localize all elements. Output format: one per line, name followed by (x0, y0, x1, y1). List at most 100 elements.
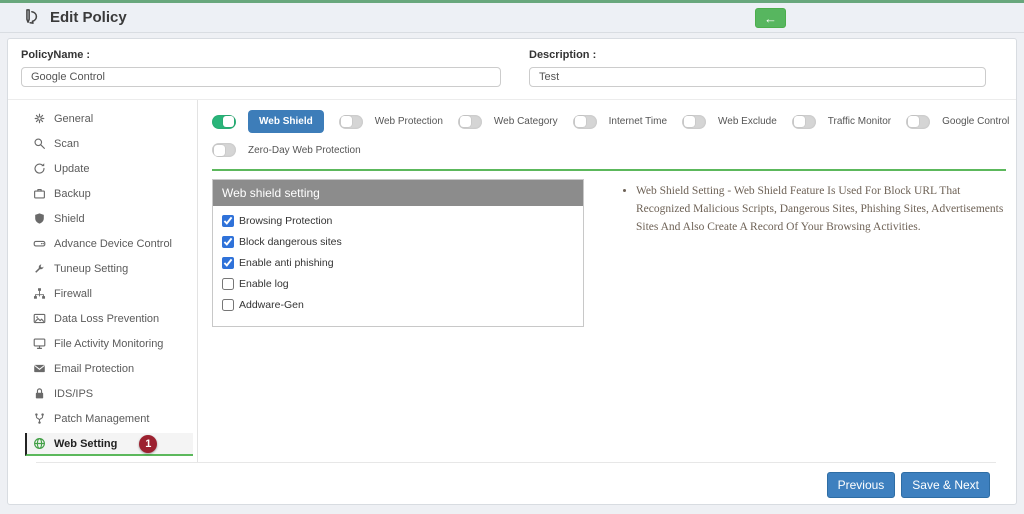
sidebar-item-label: Tuneup Setting (54, 262, 129, 275)
addware-gen-checkbox[interactable] (222, 299, 234, 311)
tab-traffic-monitor[interactable]: Traffic Monitor (791, 114, 891, 129)
tab-web-exclude[interactable]: Web Exclude (682, 114, 777, 129)
panel-title: Web shield setting (213, 180, 583, 206)
arrow-left-icon: ← (764, 10, 777, 26)
sidebar-item-update[interactable]: Update (25, 158, 193, 181)
image-icon (33, 312, 46, 325)
sidebar-item-label: Email Protection (54, 362, 135, 375)
sidebar-item-firewall[interactable]: Firewall (25, 283, 193, 306)
sidebar-item-data-loss-prevention[interactable]: Data Loss Prevention (25, 308, 193, 331)
description-label: Description : (529, 49, 597, 61)
edit-policy-card: PolicyName : Description : General Scan … (7, 38, 1017, 505)
web-setting-count-badge: 1 (139, 434, 158, 453)
tab-label[interactable]: Web Exclude (718, 116, 777, 127)
previous-button[interactable]: Previous (826, 472, 896, 498)
top-bar: Edit Policy ← (0, 0, 1024, 33)
enable-anti-phishing-checkbox[interactable] (222, 257, 234, 269)
checkbox-row: Enable anti phishing (222, 257, 574, 269)
sidebar-item-label: Firewall (54, 287, 92, 300)
briefcase-icon (33, 187, 46, 200)
sidebar-item-label: Web Setting (54, 437, 118, 450)
web-setting-content: Web Shield Web Protection Web Category I… (198, 100, 1016, 462)
tab-web-category[interactable]: Web Category (457, 114, 558, 129)
globe-icon (33, 437, 46, 450)
sidebar-item-tuneup-setting[interactable]: Tuneup Setting (25, 258, 193, 281)
browsing-protection-checkbox[interactable] (222, 215, 234, 227)
sidebar-item-label: Data Loss Prevention (54, 312, 160, 325)
web-protection-toggle[interactable] (338, 114, 363, 129)
tab-google-control[interactable]: Google Control (906, 114, 1009, 129)
traffic-monitor-toggle[interactable] (791, 114, 816, 129)
checkbox-row: Addware-Gen (222, 299, 574, 311)
sidebar-item-label: File Activity Monitoring (54, 337, 164, 350)
tab-label[interactable]: Web Protection (375, 116, 443, 127)
sidebar-item-label: Advance Device Control (54, 237, 173, 250)
sidebar-item-advance-device-control[interactable]: Advance Device Control (25, 233, 193, 256)
envelope-icon (33, 362, 46, 375)
checkbox-label[interactable]: Browsing Protection (239, 215, 332, 227)
sidebar: General Scan Update Backup Shield Advanc… (8, 100, 198, 462)
search-icon (33, 137, 46, 150)
sidebar-item-scan[interactable]: Scan (25, 133, 193, 156)
description-input[interactable] (529, 67, 986, 87)
zero-day-web-protection-toggle[interactable] (212, 143, 236, 157)
sidebar-item-ids-ips[interactable]: IDS/IPS (25, 383, 193, 406)
checkbox-label[interactable]: Enable log (239, 278, 289, 290)
sidebar-item-label: Scan (54, 137, 80, 150)
enable-log-checkbox[interactable] (222, 278, 234, 290)
sidebar-item-label: Patch Management (54, 412, 150, 425)
tab-web-protection[interactable]: Web Protection (338, 114, 443, 129)
checkbox-label[interactable]: Enable anti phishing (239, 257, 334, 269)
policy-name-label: PolicyName : (21, 49, 91, 61)
sidebar-item-backup[interactable]: Backup (25, 183, 193, 206)
wizard-footer: Previous Save & Next (36, 462, 996, 504)
tab-label[interactable]: Traffic Monitor (828, 116, 891, 127)
sidebar-item-label: IDS/IPS (54, 387, 94, 400)
sidebar-item-email-protection[interactable]: Email Protection (25, 358, 193, 381)
web-shield-setting-panel: Web shield setting Browsing Protection B… (212, 179, 584, 327)
monitor-icon (33, 337, 46, 350)
tab-label[interactable]: Internet Time (609, 116, 667, 127)
web-shield-toggle[interactable] (212, 114, 236, 129)
sidebar-item-file-activity-monitoring[interactable]: File Activity Monitoring (25, 333, 193, 356)
tab-underline (212, 169, 1006, 171)
tab-label[interactable]: Web Category (494, 116, 558, 127)
sidebar-item-label: Shield (54, 212, 85, 225)
sidebar-item-patch-management[interactable]: Patch Management (25, 408, 193, 431)
sidebar-item-general[interactable]: General (25, 108, 193, 131)
save-next-button[interactable]: Save & Next (901, 472, 990, 498)
block-dangerous-sites-checkbox[interactable] (222, 236, 234, 248)
back-button[interactable]: ← (755, 8, 786, 28)
tab-internet-time[interactable]: Internet Time (572, 114, 667, 129)
tab-label[interactable]: Web Shield (248, 110, 324, 133)
edit-policy-icon (20, 7, 42, 29)
sidebar-item-label: Backup (54, 187, 91, 200)
sidebar-item-label: Update (54, 162, 90, 175)
tab-web-shield[interactable]: Web Shield (212, 110, 324, 133)
web-exclude-toggle[interactable] (682, 114, 707, 129)
policy-name-input[interactable] (21, 67, 501, 87)
tab-zero-day-web-protection[interactable]: Zero-Day Web Protection (212, 143, 361, 157)
page-title: Edit Policy (50, 9, 127, 26)
hdd-icon (33, 237, 46, 250)
code-fork-icon (33, 412, 46, 425)
checkbox-row: Enable log (222, 278, 574, 290)
lock-icon (33, 387, 46, 400)
checkbox-label[interactable]: Block dangerous sites (239, 236, 342, 248)
sidebar-item-web-setting[interactable]: Web Setting 1 (25, 433, 193, 456)
feature-description-list: Web Shield Setting - Web Shield Feature … (636, 183, 1006, 240)
cogs-icon (33, 112, 46, 125)
internet-time-toggle[interactable] (572, 114, 597, 129)
sidebar-item-shield[interactable]: Shield (25, 208, 193, 231)
web-category-toggle[interactable] (457, 114, 482, 129)
tab-label[interactable]: Zero-Day Web Protection (248, 145, 361, 156)
tab-label[interactable]: Google Control (942, 116, 1009, 127)
policy-form: PolicyName : Description : (8, 39, 1016, 100)
google-control-toggle[interactable] (906, 114, 931, 129)
checkbox-label[interactable]: Addware-Gen (239, 299, 304, 311)
feature-description: Web Shield Setting - Web Shield Feature … (636, 183, 1006, 236)
wrench-icon (33, 262, 46, 275)
feature-toggle-row-1: Web Shield Web Protection Web Category I… (212, 110, 1009, 133)
feature-toggle-row-2: Zero-Day Web Protection (212, 143, 1006, 157)
sitemap-icon (33, 287, 46, 300)
